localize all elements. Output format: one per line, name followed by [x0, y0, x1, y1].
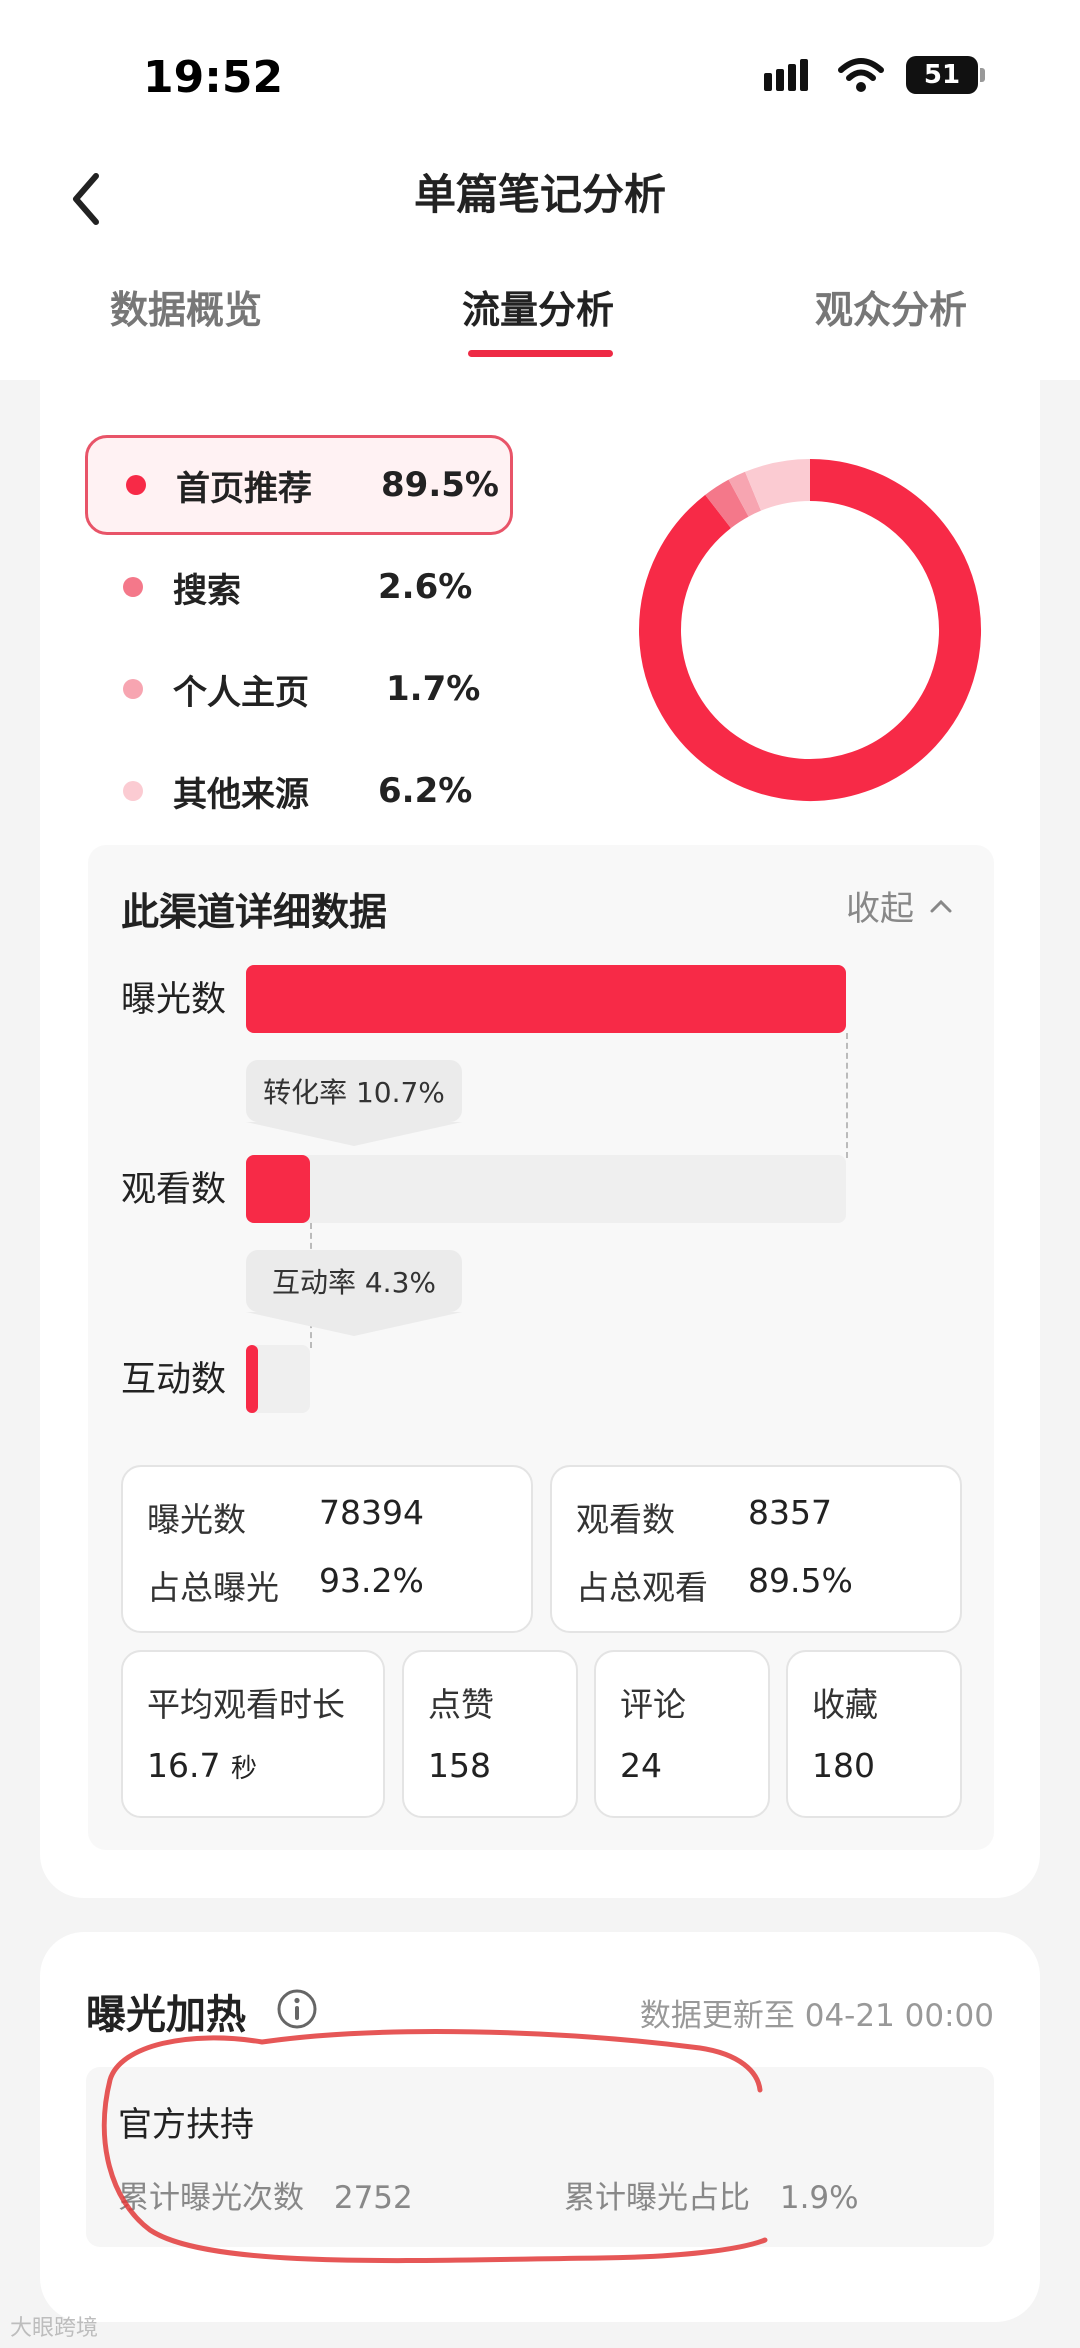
- tab-data-overview[interactable]: 数据概览: [110, 280, 262, 340]
- page-title: 单篇笔记分析: [413, 170, 666, 219]
- legend-dot: [126, 475, 146, 495]
- source-label: 个人主页: [173, 672, 309, 713]
- stat-value: 180: [812, 1746, 875, 1785]
- avg-time-unit: 秒: [230, 1754, 257, 1784]
- donut-slice-2: [728, 471, 762, 517]
- source-item-homepage[interactable]: 首页推荐 89.5%: [85, 435, 513, 535]
- stat-value: 93.2%: [319, 1561, 424, 1600]
- source-value: 89.5%: [381, 465, 499, 505]
- legend-dot: [123, 781, 143, 801]
- metric-value: 1.9%: [779, 2180, 859, 2216]
- tab-bar: 数据概览 流量分析 观众分析: [0, 280, 1080, 370]
- total-exposure-metric: 累计曝光次数 2752: [118, 2172, 413, 2217]
- funnel-label-views: 观看数: [121, 1170, 227, 1210]
- detail-title: 此渠道详细数据: [121, 890, 388, 934]
- stat-value: 16.7 秒: [147, 1746, 257, 1785]
- source-label: 其他来源: [173, 774, 309, 815]
- funnel-label-exposure: 曝光数: [121, 980, 227, 1020]
- stat-label: 观看数: [576, 1500, 675, 1539]
- stat-card-comments: 评论 24: [594, 1650, 770, 1818]
- collapse-button[interactable]: 收起: [846, 881, 954, 930]
- avg-time-number: 16.7: [147, 1746, 221, 1785]
- tab-traffic-analysis[interactable]: 流量分析: [462, 280, 614, 340]
- tab-audience-analysis[interactable]: 观众分析: [815, 280, 967, 340]
- source-item-profile[interactable]: 个人主页 1.7%: [85, 639, 505, 739]
- stat-label: 点赞: [428, 1685, 494, 1724]
- donut-slice-1: [705, 479, 749, 529]
- battery-indicator: 51: [906, 56, 985, 94]
- metric-value: 2752: [333, 2180, 413, 2216]
- source-value: 1.7%: [386, 669, 481, 709]
- donut-slice-0: [639, 459, 981, 801]
- stat-value: 24: [620, 1746, 662, 1785]
- stat-card-likes: 点赞 158: [402, 1650, 578, 1818]
- status-icons: 51: [764, 56, 985, 94]
- channel-detail-panel: 此渠道详细数据 收起 曝光数 转化率 10.7% 观看数 互动率 4.3% 互动…: [88, 845, 994, 1850]
- legend-dot: [123, 679, 143, 699]
- stat-value: 78394: [319, 1493, 424, 1532]
- exposure-boost-card: 曝光加热 数据更新至 04-21 00:00 官方扶持 累计曝光次数 2752 …: [40, 1932, 1040, 2322]
- watermark-text: 大眼跨境: [10, 2316, 99, 2341]
- stat-value: 158: [428, 1746, 491, 1785]
- info-icon[interactable]: [276, 1988, 318, 2030]
- exposure-share-metric: 累计曝光占比 1.9%: [564, 2172, 859, 2217]
- stat-value: 89.5%: [748, 1561, 853, 1600]
- funnel-bar-interactions: [246, 1345, 258, 1413]
- source-value: 2.6%: [378, 567, 473, 607]
- donut-slice-3: [745, 459, 811, 511]
- funnel-track-views: [246, 1155, 846, 1223]
- app-header: 单篇笔记分析 数据概览 流量分析 观众分析: [0, 150, 1080, 380]
- stat-label: 占总曝光: [147, 1568, 279, 1607]
- stat-card-views: 观看数 8357 占总观看 89.5%: [550, 1465, 962, 1633]
- source-value: 6.2%: [378, 771, 473, 811]
- funnel-bar-exposure: [246, 965, 846, 1033]
- traffic-source-card: 首页推荐 89.5% 搜索 2.6% 个人主页 1.7% 其他来源 6.2% 此…: [40, 380, 1040, 1898]
- stat-label: 曝光数: [147, 1500, 246, 1539]
- source-label: 首页推荐: [176, 468, 312, 509]
- stat-label: 收藏: [812, 1685, 878, 1724]
- funnel-label-interactions: 互动数: [121, 1360, 227, 1400]
- stat-label: 评论: [620, 1685, 686, 1724]
- funnel-connector: [846, 1033, 848, 1158]
- source-item-other[interactable]: 其他来源 6.2%: [85, 741, 505, 841]
- stat-label: 平均观看时长: [147, 1685, 345, 1724]
- source-item-search[interactable]: 搜索 2.6%: [85, 537, 505, 637]
- stat-card-exposure: 曝光数 78394 占总曝光 93.2%: [121, 1465, 533, 1633]
- status-time: 19:52: [143, 52, 284, 103]
- active-tab-indicator: [468, 350, 613, 357]
- source-label: 搜索: [173, 570, 241, 611]
- metric-label: 累计曝光占比: [564, 2180, 750, 2216]
- wifi-icon: [838, 58, 884, 92]
- stat-card-avg-watch-time: 平均观看时长 16.7 秒: [121, 1650, 385, 1818]
- chevron-up-icon: [930, 899, 952, 912]
- traffic-donut-chart: [639, 459, 981, 801]
- legend-dot: [123, 577, 143, 597]
- conversion-rate-badge: 转化率 10.7%: [246, 1060, 462, 1146]
- interaction-rate-badge: 互动率 4.3%: [246, 1250, 462, 1336]
- update-timestamp: 数据更新至 04-21 00:00: [639, 1998, 994, 2034]
- stat-card-favorites: 收藏 180: [786, 1650, 962, 1818]
- collapse-label: 收起: [846, 889, 914, 929]
- funnel-bar-views: [246, 1155, 310, 1223]
- status-bar: 19:52 51: [0, 0, 1080, 150]
- official-support-box: 官方扶持 累计曝光次数 2752 累计曝光占比 1.9%: [86, 2067, 994, 2247]
- battery-level: 51: [923, 60, 961, 90]
- support-title: 官方扶持: [118, 2105, 254, 2145]
- metric-label: 累计曝光次数: [118, 2180, 304, 2216]
- signal-icon: [764, 59, 808, 91]
- stat-value: 8357: [748, 1493, 832, 1532]
- boost-title: 曝光加热: [86, 1992, 246, 2038]
- stat-label: 占总观看: [576, 1568, 708, 1607]
